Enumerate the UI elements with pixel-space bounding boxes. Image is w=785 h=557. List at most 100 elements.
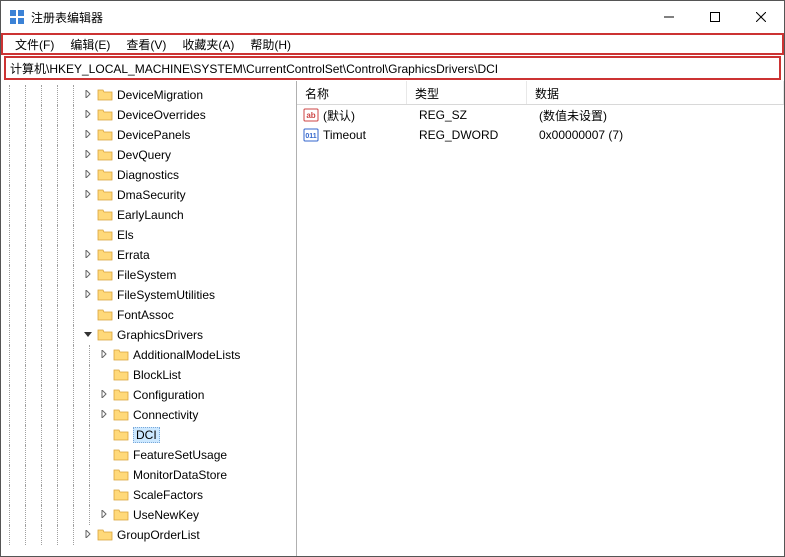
tree-item-label: FeatureSetUsage bbox=[133, 448, 227, 462]
tree-item-label: GraphicsDrivers bbox=[117, 328, 203, 342]
close-button[interactable] bbox=[738, 1, 784, 33]
tree-item[interactable]: FileSystem bbox=[1, 265, 296, 285]
chevron-right-icon[interactable] bbox=[81, 290, 95, 301]
menu-file[interactable]: 文件(F) bbox=[7, 34, 62, 55]
tree-item[interactable]: Els bbox=[1, 225, 296, 245]
folder-icon bbox=[97, 148, 113, 162]
tree-item-label: Configuration bbox=[133, 388, 204, 402]
tree-item[interactable]: DeviceOverrides bbox=[1, 105, 296, 125]
chevron-right-icon[interactable] bbox=[81, 270, 95, 281]
tree-item-label: BlockList bbox=[133, 368, 181, 382]
svg-text:011: 011 bbox=[305, 133, 316, 140]
tree-item[interactable]: MonitorDataStore bbox=[1, 465, 296, 485]
folder-icon bbox=[113, 488, 129, 502]
binary-value-icon: 011 bbox=[303, 127, 319, 143]
column-header-data[interactable]: 数据 bbox=[527, 81, 784, 104]
folder-icon bbox=[113, 468, 129, 482]
tree-item-label: Connectivity bbox=[133, 408, 198, 422]
value-data: 0x00000007 (7) bbox=[531, 128, 784, 142]
chevron-right-icon[interactable] bbox=[81, 170, 95, 181]
folder-icon bbox=[97, 248, 113, 262]
folder-icon bbox=[97, 168, 113, 182]
maximize-button[interactable] bbox=[692, 1, 738, 33]
app-icon bbox=[9, 9, 25, 25]
tree-item[interactable]: Configuration bbox=[1, 385, 296, 405]
address-text: 计算机\HKEY_LOCAL_MACHINE\SYSTEM\CurrentCon… bbox=[10, 60, 498, 77]
folder-icon bbox=[97, 188, 113, 202]
tree-item[interactable]: GroupOrderList bbox=[1, 525, 296, 545]
value-type: REG_SZ bbox=[411, 108, 531, 122]
tree-item-label: Diagnostics bbox=[117, 168, 179, 182]
chevron-right-icon[interactable] bbox=[81, 130, 95, 141]
values-pane: 名称 类型 数据 ab(默认)REG_SZ(数值未设置)011TimeoutRE… bbox=[297, 81, 784, 556]
tree-item[interactable]: DCI bbox=[1, 425, 296, 445]
folder-icon bbox=[113, 408, 129, 422]
folder-icon bbox=[97, 528, 113, 542]
chevron-right-icon[interactable] bbox=[81, 90, 95, 101]
chevron-down-icon[interactable] bbox=[81, 330, 95, 341]
tree-item[interactable]: BlockList bbox=[1, 365, 296, 385]
chevron-right-icon[interactable] bbox=[97, 350, 111, 361]
tree-item[interactable]: FeatureSetUsage bbox=[1, 445, 296, 465]
tree-item-label: DeviceMigration bbox=[117, 88, 203, 102]
chevron-right-icon[interactable] bbox=[97, 510, 111, 521]
folder-icon bbox=[97, 268, 113, 282]
folder-icon bbox=[97, 88, 113, 102]
minimize-button[interactable] bbox=[646, 1, 692, 33]
tree-item-label: UseNewKey bbox=[133, 508, 199, 522]
tree-item[interactable]: GraphicsDrivers bbox=[1, 325, 296, 345]
tree-item-label: GroupOrderList bbox=[117, 528, 200, 542]
tree-item[interactable]: AdditionalModeLists bbox=[1, 345, 296, 365]
value-type: REG_DWORD bbox=[411, 128, 531, 142]
tree-item-label: FileSystemUtilities bbox=[117, 288, 215, 302]
chevron-right-icon[interactable] bbox=[81, 110, 95, 121]
tree-item[interactable]: DeviceMigration bbox=[1, 85, 296, 105]
folder-icon bbox=[97, 208, 113, 222]
tree-item[interactable]: DevicePanels bbox=[1, 125, 296, 145]
tree-item[interactable]: Errata bbox=[1, 245, 296, 265]
tree-item-label: Els bbox=[117, 228, 134, 242]
folder-icon bbox=[97, 328, 113, 342]
value-row[interactable]: ab(默认)REG_SZ(数值未设置) bbox=[297, 105, 784, 125]
value-name: (默认) bbox=[323, 107, 411, 124]
menu-favorites[interactable]: 收藏夹(A) bbox=[174, 34, 242, 55]
string-value-icon: ab bbox=[303, 107, 319, 123]
value-name: Timeout bbox=[323, 128, 411, 142]
menu-edit[interactable]: 编辑(E) bbox=[62, 34, 118, 55]
column-header-name[interactable]: 名称 bbox=[297, 81, 407, 104]
tree-item[interactable]: EarlyLaunch bbox=[1, 205, 296, 225]
menu-view[interactable]: 查看(V) bbox=[118, 34, 174, 55]
folder-icon bbox=[97, 128, 113, 142]
tree-item[interactable]: FontAssoc bbox=[1, 305, 296, 325]
tree-item[interactable]: Connectivity bbox=[1, 405, 296, 425]
chevron-right-icon[interactable] bbox=[81, 190, 95, 201]
svg-text:ab: ab bbox=[306, 111, 315, 120]
tree-item-label: DmaSecurity bbox=[117, 188, 186, 202]
chevron-right-icon[interactable] bbox=[81, 530, 95, 541]
tree-item[interactable]: Diagnostics bbox=[1, 165, 296, 185]
tree-item[interactable]: ScaleFactors bbox=[1, 485, 296, 505]
value-row[interactable]: 011 TimeoutREG_DWORD0x00000007 (7) bbox=[297, 125, 784, 145]
chevron-right-icon[interactable] bbox=[97, 410, 111, 421]
chevron-right-icon[interactable] bbox=[97, 390, 111, 401]
tree-item[interactable]: UseNewKey bbox=[1, 505, 296, 525]
folder-icon bbox=[113, 348, 129, 362]
tree-item[interactable]: DevQuery bbox=[1, 145, 296, 165]
values-header: 名称 类型 数据 bbox=[297, 81, 784, 105]
tree-item-label: FontAssoc bbox=[117, 308, 174, 322]
tree-item[interactable]: FileSystemUtilities bbox=[1, 285, 296, 305]
tree-item-label: Errata bbox=[117, 248, 150, 262]
tree-item-label: DevQuery bbox=[117, 148, 171, 162]
title-bar: 注册表编辑器 bbox=[1, 1, 784, 33]
column-header-type[interactable]: 类型 bbox=[407, 81, 527, 104]
chevron-right-icon[interactable] bbox=[81, 150, 95, 161]
tree-item-label: AdditionalModeLists bbox=[133, 348, 240, 362]
chevron-right-icon[interactable] bbox=[81, 250, 95, 261]
tree-item[interactable]: DmaSecurity bbox=[1, 185, 296, 205]
menu-help[interactable]: 帮助(H) bbox=[242, 34, 299, 55]
tree-item-label: DCI bbox=[133, 427, 160, 443]
folder-icon bbox=[97, 308, 113, 322]
address-bar[interactable]: 计算机\HKEY_LOCAL_MACHINE\SYSTEM\CurrentCon… bbox=[5, 57, 780, 79]
menu-bar: 文件(F) 编辑(E) 查看(V) 收藏夹(A) 帮助(H) bbox=[1, 33, 784, 55]
tree-pane[interactable]: DeviceMigration DeviceOverridesDevicePane… bbox=[1, 81, 297, 556]
